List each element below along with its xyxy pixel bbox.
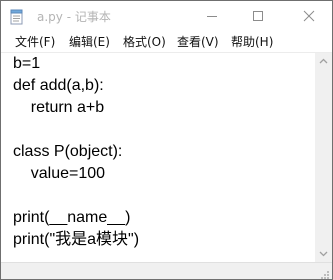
menu-view[interactable]: 查看(V) bbox=[177, 32, 219, 52]
title-bar[interactable]: a.py - 记事本 bbox=[1, 1, 332, 32]
size-grip-icon[interactable] bbox=[318, 265, 330, 279]
text-editor-area[interactable]: b=1 def add(a,b): return a+b class P(obj… bbox=[1, 53, 315, 262]
menu-help[interactable]: 帮助(H) bbox=[231, 32, 273, 52]
editor-line-9: print("我是a模块") bbox=[13, 231, 140, 248]
window-title: a.py - 记事本 bbox=[37, 10, 111, 24]
menu-bar: 文件(F) 编辑(E) 格式(O) 查看(V) 帮助(H) bbox=[1, 32, 332, 52]
minimize-button[interactable] bbox=[197, 1, 227, 31]
editor-line-3: return a+b bbox=[13, 99, 105, 116]
scroll-up-arrow-icon bbox=[319, 58, 328, 64]
scroll-down-arrow-icon bbox=[319, 251, 328, 257]
scroll-up-button[interactable] bbox=[315, 53, 332, 70]
editor-line-5: class P(object): bbox=[13, 143, 123, 160]
bottom-bar bbox=[1, 262, 332, 279]
minimize-icon bbox=[207, 16, 217, 17]
menu-file[interactable]: 文件(F) bbox=[15, 32, 55, 52]
editor-line-1: b=1 bbox=[13, 55, 41, 72]
notepad-icon[interactable] bbox=[10, 9, 24, 25]
scroll-down-button[interactable] bbox=[315, 245, 332, 262]
notepad-window: a.py - 记事本 文件(F) 编辑(E) 格式(O) 查看(V) 帮助(H)… bbox=[0, 0, 333, 280]
close-icon bbox=[303, 10, 315, 22]
vertical-scrollbar[interactable] bbox=[315, 53, 332, 262]
maximize-icon bbox=[253, 11, 263, 21]
editor-line-2: def add(a,b): bbox=[13, 77, 104, 94]
maximize-button[interactable] bbox=[243, 1, 273, 31]
editor-line-8: print(__name__) bbox=[13, 209, 131, 226]
menu-format[interactable]: 格式(O) bbox=[123, 32, 166, 52]
editor-line-6: value=100 bbox=[13, 165, 106, 182]
close-button[interactable] bbox=[286, 1, 332, 31]
scroll-track[interactable] bbox=[315, 70, 332, 245]
menu-edit[interactable]: 编辑(E) bbox=[69, 32, 110, 52]
